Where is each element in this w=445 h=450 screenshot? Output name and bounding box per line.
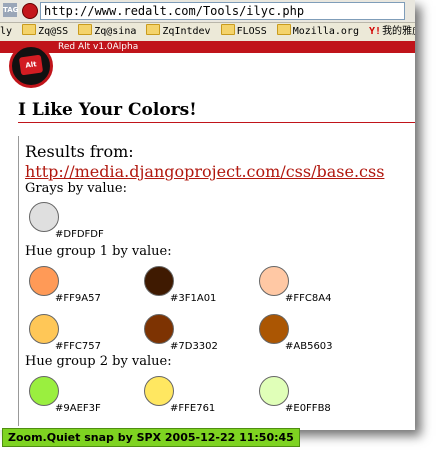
color-dot xyxy=(259,266,289,296)
color-dot xyxy=(29,202,59,232)
color-hex: #FFE761 xyxy=(170,403,216,414)
color-swatch: #7D3302 xyxy=(144,314,254,354)
color-hex: #7D3302 xyxy=(170,341,218,352)
bookmark-item[interactable]: ZqIntdev xyxy=(146,23,211,41)
color-swatch: #3F1A01 xyxy=(144,266,254,306)
color-swatch: #AB5603 xyxy=(259,314,369,354)
color-dot xyxy=(259,376,289,406)
color-hex: #FF9A57 xyxy=(55,293,101,304)
color-swatch: #9AEF3F xyxy=(29,376,139,416)
alt-key-icon: Alt xyxy=(18,54,44,76)
color-dot xyxy=(259,314,289,344)
folder-icon xyxy=(78,24,93,35)
color-dot xyxy=(29,266,59,296)
group-label: Hue group 1 by value: xyxy=(25,244,172,259)
yahoo-icon: Y! xyxy=(369,26,382,37)
color-swatch: #DFDFDF xyxy=(29,202,139,242)
browser-window: TAG http://www.redalt.com/Tools/ilyc.php… xyxy=(0,0,415,430)
site-logo[interactable]: Alt xyxy=(9,44,53,88)
color-hex: #E0FFB8 xyxy=(285,403,331,414)
page-title: I Like Your Colors! xyxy=(18,100,197,120)
snapshot-watermark: Zoom.Quiet snap by SPX 2005-12-22 11:50:… xyxy=(2,428,300,447)
tag-icon[interactable]: TAG xyxy=(3,3,18,17)
folder-icon xyxy=(146,24,161,35)
folder-icon xyxy=(276,24,291,35)
color-hex: #3F1A01 xyxy=(170,293,217,304)
color-dot xyxy=(144,266,174,296)
color-dot xyxy=(29,376,59,406)
bookmark-item[interactable]: Mozilla.org xyxy=(276,23,359,41)
group-label: Hue group 2 by value: xyxy=(25,354,172,369)
results-panel: Results from: http://media.djangoproject… xyxy=(18,136,415,426)
color-dot xyxy=(29,314,59,344)
bookmark-item[interactable]: FLOSS xyxy=(220,23,267,41)
site-favicon-icon xyxy=(22,3,38,19)
site-header-bar: Red Alt v1.0Alpha xyxy=(0,41,415,53)
bookmark-item[interactable]: ly xyxy=(0,23,12,41)
color-dot xyxy=(144,314,174,344)
folder-icon xyxy=(220,24,235,35)
bookmark-item[interactable]: Zq@SS xyxy=(22,23,68,41)
group-label: Grays by value: xyxy=(25,181,127,196)
folder-icon xyxy=(22,24,37,35)
site-version: Red Alt v1.0Alpha xyxy=(58,42,139,52)
color-swatch: #FFC8A4 xyxy=(259,266,369,306)
color-swatch: #FF9A57 xyxy=(29,266,139,306)
color-hex: #DFDFDF xyxy=(55,229,104,240)
bookmarks-toolbar: ly Zq@SS Zq@sina ZqIntdev FLOSS Mozilla.… xyxy=(0,23,415,42)
address-bar: TAG http://www.redalt.com/Tools/ilyc.php xyxy=(0,0,415,23)
title-divider xyxy=(18,122,415,123)
url-field[interactable]: http://www.redalt.com/Tools/ilyc.php xyxy=(40,2,405,20)
results-label: Results from: xyxy=(25,142,134,161)
bookmark-item[interactable]: Y!我的雅虎 xyxy=(369,23,415,41)
source-css-link[interactable]: http://media.djangoproject.com/css/base.… xyxy=(25,162,384,181)
color-swatch: #FFE761 xyxy=(144,376,254,416)
color-hex: #FFC8A4 xyxy=(285,293,332,304)
color-hex: #FFC757 xyxy=(55,341,101,352)
color-swatch: #E0FFB8 xyxy=(259,376,369,416)
color-swatch: #FFC757 xyxy=(29,314,139,354)
color-hex: #9AEF3F xyxy=(55,403,101,414)
color-hex: #AB5603 xyxy=(285,341,333,352)
bookmark-item[interactable]: Zq@sina xyxy=(78,23,136,41)
color-dot xyxy=(144,376,174,406)
